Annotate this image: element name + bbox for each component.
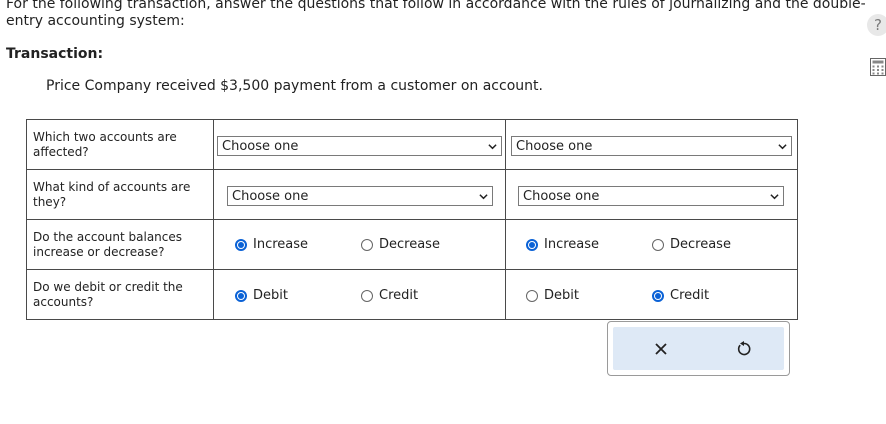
- account-1-select[interactable]: Choose one: [217, 136, 502, 156]
- table-row: What kind of accounts are they? Choose o…: [26, 169, 798, 220]
- account-2-select-value: Choose one: [516, 139, 593, 154]
- calculator-icon[interactable]: [870, 58, 886, 76]
- help-icon[interactable]: ?: [867, 14, 886, 36]
- radio-label: Credit: [379, 288, 419, 303]
- table-row: Do the account balances increase or decr…: [26, 219, 798, 270]
- transaction-text: Price Company received $3,500 payment fr…: [46, 78, 543, 94]
- radio-button: [361, 289, 373, 302]
- chevron-down-icon: [488, 144, 497, 150]
- question-balance-change: Do the account balances increase or decr…: [26, 219, 214, 270]
- account-2-kind-select[interactable]: Choose one: [518, 186, 784, 206]
- radio-button: [652, 238, 664, 251]
- journal-question-table: Which two accounts are affected? Choose …: [26, 119, 798, 320]
- transaction-heading: Transaction:: [6, 46, 104, 62]
- account-1-increase-radio[interactable]: Increase: [235, 237, 308, 252]
- account-1-kind-select[interactable]: Choose one: [227, 186, 493, 206]
- account-1-select-value: Choose one: [222, 139, 299, 154]
- radio-label: Debit: [544, 288, 579, 303]
- instructions: For the following transaction, answer th…: [6, 0, 866, 29]
- account-1-debit-radio[interactable]: Debit: [235, 288, 288, 303]
- radio-button-selected: [526, 238, 538, 251]
- account-2-debit-radio[interactable]: Debit: [526, 288, 579, 303]
- radio-button: [361, 238, 373, 251]
- account-1-credit-radio[interactable]: Credit: [361, 288, 418, 303]
- radio-button-selected: [652, 289, 664, 302]
- radio-label: Decrease: [379, 237, 440, 252]
- reset-icon[interactable]: [734, 339, 754, 359]
- table-row: Do we debit or credit the accounts? Debi…: [26, 269, 798, 320]
- table-row: Which two accounts are affected? Choose …: [26, 119, 798, 170]
- answer-actions: [607, 321, 790, 376]
- account-2-kind-select-value: Choose one: [523, 189, 600, 204]
- radio-label: Debit: [253, 288, 288, 303]
- close-icon[interactable]: [651, 339, 671, 359]
- question-account-kind: What kind of accounts are they?: [26, 169, 214, 220]
- account-2-select[interactable]: Choose one: [511, 136, 792, 156]
- radio-label: Credit: [670, 288, 710, 303]
- chevron-down-icon: [479, 194, 488, 200]
- account-1-decrease-radio[interactable]: Decrease: [361, 237, 440, 252]
- answer-actions-panel: [613, 327, 784, 370]
- account-2-credit-radio[interactable]: Credit: [652, 288, 709, 303]
- radio-label: Increase: [253, 237, 309, 252]
- account-1-kind-select-value: Choose one: [232, 189, 309, 204]
- question-accounts-affected: Which two accounts are affected?: [26, 119, 214, 170]
- radio-label: Increase: [544, 237, 600, 252]
- chevron-down-icon: [778, 144, 787, 150]
- radio-button-selected: [235, 238, 247, 251]
- account-2-decrease-radio[interactable]: Decrease: [652, 237, 731, 252]
- radio-label: Decrease: [670, 237, 731, 252]
- radio-button: [526, 289, 538, 302]
- question-debit-credit: Do we debit or credit the accounts?: [26, 269, 214, 320]
- account-2-increase-radio[interactable]: Increase: [526, 237, 599, 252]
- radio-button-selected: [235, 289, 247, 302]
- chevron-down-icon: [770, 194, 779, 200]
